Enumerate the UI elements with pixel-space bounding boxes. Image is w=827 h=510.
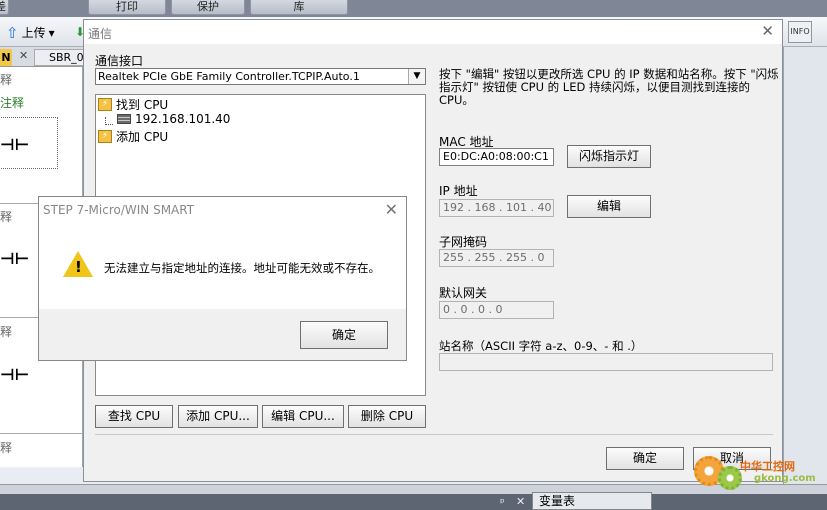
dialog-divider <box>95 434 773 435</box>
warning-exclamation-icon: ! <box>75 258 82 276</box>
ribbon-tab-strip: 差 打印 保护 库 <box>0 0 827 17</box>
edit-button[interactable]: 编辑 <box>567 195 651 218</box>
pin-icon[interactable]: ᵖ <box>500 496 505 509</box>
network-comment-green: 注释 <box>0 96 25 110</box>
editor-tab-bar: N ✕ SBR_0 <box>0 47 84 67</box>
coil-icon: ⊣⊢ <box>0 365 30 384</box>
default-gateway-label: 默认网关 <box>439 286 488 300</box>
ribbon-tab-print[interactable]: 打印 <box>88 0 166 15</box>
upload-label: 上传 <box>21 26 46 40</box>
watermark-text: 中华工控网 <box>740 460 795 473</box>
instruction-text: 按下 "编辑" 按钮以更改所选 CPU 的 IP 数据和站名称。按下 "闪烁指示… <box>439 67 779 107</box>
tree-node-add-cpu[interactable]: ⚡ 添加 CPU <box>98 128 168 145</box>
subnet-mask-label: 子网掩码 <box>439 235 488 249</box>
message-ok-button[interactable]: 确定 <box>300 321 388 349</box>
error-message: 无法建立与指定地址的连接。地址可能无效或不存在。 <box>104 261 380 275</box>
coil-icon: ⊣⊢ <box>0 135 30 154</box>
editor-tab-main-marker[interactable]: N <box>0 49 12 66</box>
network-comment: 释 <box>0 73 13 87</box>
ribbon-tab-library[interactable]: 库 <box>250 0 348 15</box>
tree-node-label: 192.168.101.40 <box>135 112 231 126</box>
tree-connector <box>105 124 113 125</box>
interface-select[interactable]: Realtek PCIe GbE Family Controller.TCPIP… <box>95 68 426 85</box>
ribbon-tab-partial[interactable]: 差 <box>0 0 9 15</box>
dock-close-icon[interactable]: ✕ <box>516 495 525 508</box>
upload-dropdown-icon[interactable]: ▾ <box>49 26 55 40</box>
edit-cpu-button[interactable]: 编辑 CPU... <box>262 405 344 428</box>
ip-address-field[interactable]: 192 . 168 . 101 . 40 <box>439 199 554 217</box>
dialog-title-bar: 通信 ✕ <box>84 20 782 44</box>
variable-table-tab[interactable]: 变量表 <box>532 492 652 510</box>
network-comment: 释 <box>0 441 13 455</box>
default-gateway-field[interactable]: 0 . 0 . 0 . 0 <box>439 301 554 319</box>
station-name-field[interactable] <box>439 353 773 371</box>
info-icon[interactable]: INFO <box>788 21 812 43</box>
watermark-logo: 中华工控网 gkong.com <box>694 456 819 490</box>
upload-arrow-icon: ⇧ <box>6 23 19 42</box>
chevron-down-icon[interactable]: ▼ <box>408 69 425 84</box>
message-box-title: STEP 7-Micro/WIN SMART <box>43 203 195 217</box>
coil-icon: ⊣⊢ <box>0 249 30 268</box>
upload-button[interactable]: ⇧ 上传 ▾ <box>6 24 55 41</box>
right-side-panel <box>783 47 827 487</box>
ok-button[interactable]: 确定 <box>606 447 684 470</box>
station-name-label: 站名称（ASCII 字符 a-z、0-9、- 和 .） <box>439 339 643 353</box>
tree-node-label: 找到 CPU <box>116 98 169 112</box>
editor-tab-close-icon[interactable]: ✕ <box>19 49 28 62</box>
close-icon[interactable]: ✕ <box>761 22 774 40</box>
network-comment: 释 <box>0 210 13 224</box>
bottom-dock-strip <box>0 494 827 510</box>
dialog-title: 通信 <box>88 27 113 41</box>
add-cpu-button[interactable]: 添加 CPU... <box>178 405 258 428</box>
editor-tab-sbr0[interactable]: SBR_0 <box>34 49 84 66</box>
error-message-box: STEP 7-Micro/WIN SMART ✕ ! 无法建立与指定地址的连接。… <box>38 196 407 361</box>
interface-select-value: Realtek PCIe GbE Family Controller.TCPIP… <box>98 70 360 83</box>
watermark-url: gkong.com <box>754 473 816 484</box>
lightning-icon: ⚡ <box>98 98 112 111</box>
interface-label: 通信接口 <box>95 54 144 68</box>
tree-node-found-cpu[interactable]: ⚡ 找到 CPU <box>98 96 168 113</box>
network-comment: 释 <box>0 325 13 339</box>
ribbon-tab-protect[interactable]: 保护 <box>171 0 245 15</box>
blink-led-button[interactable]: 闪烁指示灯 <box>567 145 651 168</box>
ip-address-label: IP 地址 <box>439 184 478 198</box>
delete-cpu-button[interactable]: 删除 CPU <box>348 405 426 428</box>
gear-icon <box>718 466 742 490</box>
lightning-icon: ⚡ <box>98 130 112 143</box>
message-box-footer: 确定 <box>39 309 406 360</box>
plc-device-icon <box>117 114 131 124</box>
mac-address-field[interactable]: E0:DC:A0:08:00:C1 <box>439 148 554 166</box>
close-icon[interactable]: ✕ <box>385 200 398 219</box>
tree-node-cpu-ip[interactable]: 192.168.101.40 <box>117 112 230 126</box>
subnet-mask-field[interactable]: 255 . 255 . 255 . 0 <box>439 249 554 267</box>
network-divider <box>0 433 83 434</box>
tree-node-label: 添加 CPU <box>116 130 169 144</box>
find-cpu-button[interactable]: 查找 CPU <box>95 405 173 428</box>
